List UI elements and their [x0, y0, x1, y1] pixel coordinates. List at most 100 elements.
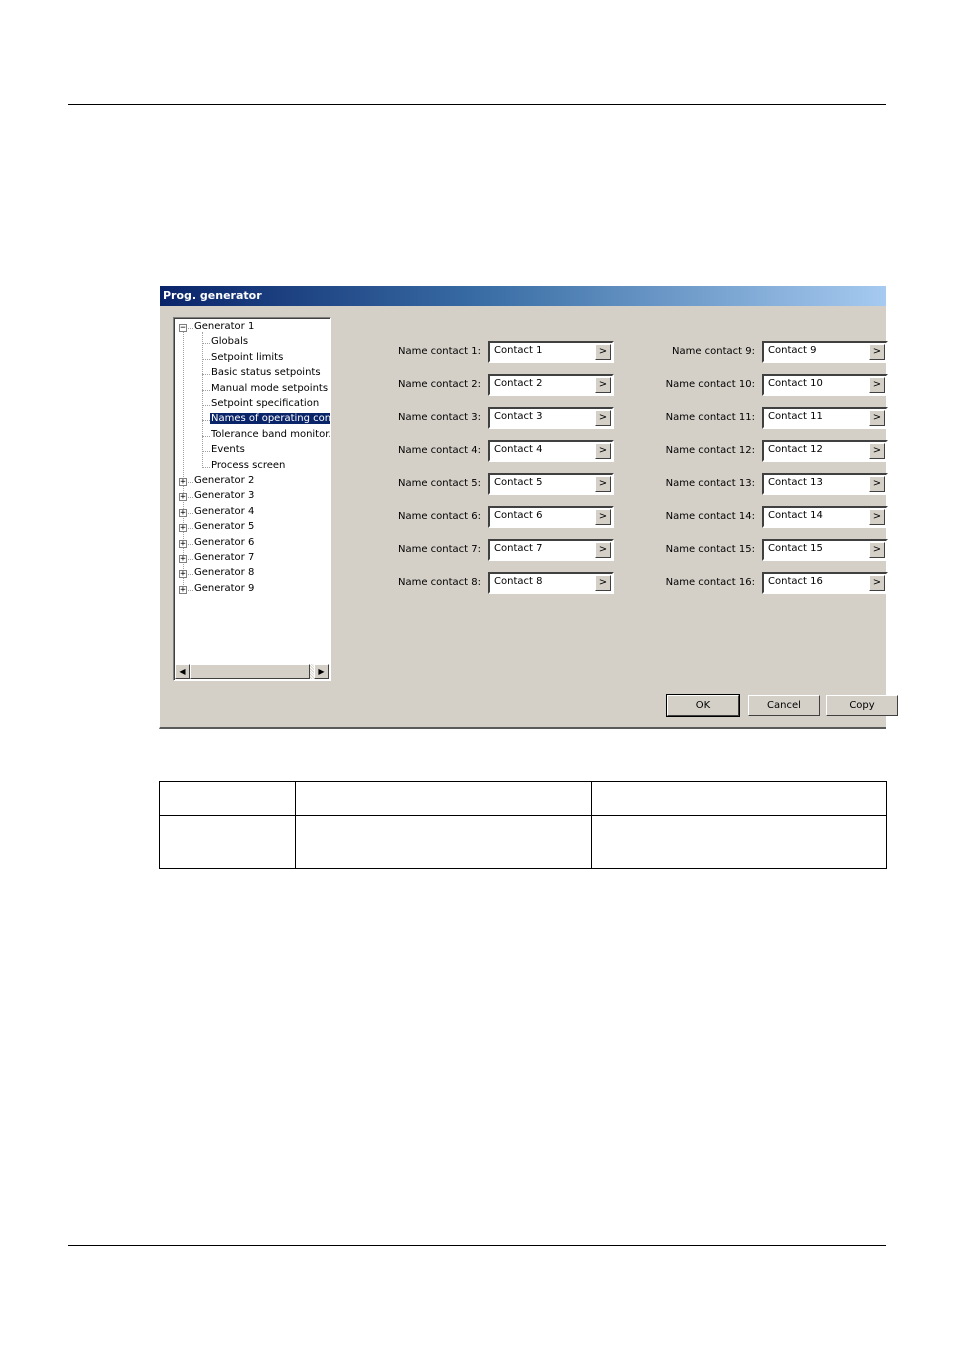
contact-name-input[interactable]: Contact 8 >: [488, 572, 614, 594]
tree-node-label: Generator 4: [194, 505, 255, 517]
tree-node-item[interactable]: Manual mode setpoints: [210, 382, 329, 397]
contact-name-label: Name contact 5:: [397, 478, 481, 489]
tree-node-generator[interactable]: Generator 1: [193, 320, 255, 335]
expand-icon[interactable]: +: [179, 493, 187, 502]
dialog-title: Prog. generator: [163, 289, 262, 302]
tree-node-generator[interactable]: Generator 6: [193, 536, 255, 551]
scroll-thumb[interactable]: [190, 664, 310, 679]
select-text-icon[interactable]: >: [869, 410, 885, 426]
header-rule: [68, 104, 886, 105]
select-text-icon[interactable]: >: [869, 542, 885, 558]
select-text-icon[interactable]: >: [595, 575, 611, 591]
tree-node-label: Events: [211, 444, 245, 456]
select-text-icon[interactable]: >: [595, 344, 611, 360]
tree-node-generator[interactable]: Generator 4: [193, 505, 255, 520]
select-text-icon[interactable]: >: [869, 575, 885, 591]
tree-node-label: Generator 2: [194, 475, 255, 486]
contact-name-label: Name contact 14:: [665, 511, 755, 522]
contact-name-input[interactable]: Contact 9 >: [762, 341, 888, 363]
tree-node-label: Manual mode setpoints: [211, 382, 329, 394]
tree-node-generator[interactable]: Generator 3: [193, 489, 255, 504]
expand-icon[interactable]: +: [179, 555, 187, 564]
tree-node-label: Basic status setpoints: [211, 367, 321, 379]
tree-node-label: Generator 5: [194, 521, 255, 533]
ok-button[interactable]: OK: [666, 694, 740, 717]
select-text-icon[interactable]: >: [869, 344, 885, 360]
dialog-titlebar[interactable]: Prog. generator: [160, 286, 886, 306]
tree-node-item[interactable]: Process screen: [210, 459, 286, 474]
contact-name-input[interactable]: Contact 13 >: [762, 473, 888, 495]
tree-node-item[interactable]: Names of operating cont.: [210, 412, 330, 427]
select-text-icon[interactable]: >: [595, 377, 611, 393]
tree-node-label: Generator 8: [194, 567, 255, 579]
tree-node-label: Globals: [211, 336, 249, 348]
select-text-icon[interactable]: >: [869, 476, 885, 492]
contact-name-label: Name contact 7:: [397, 544, 481, 555]
contact-name-value: Contact 4: [494, 444, 543, 455]
select-text-icon[interactable]: >: [595, 443, 611, 459]
generator-tree[interactable]: − Generator 1 Globals Setpoint limits Basic …: [173, 317, 331, 681]
expand-icon[interactable]: +: [179, 539, 187, 548]
select-text-icon[interactable]: >: [595, 542, 611, 558]
contact-name-value: Contact 1: [494, 345, 543, 356]
copy-button[interactable]: Copy: [826, 695, 898, 716]
select-text-icon[interactable]: >: [869, 377, 885, 393]
tree-node-generator[interactable]: Generator 2: [193, 474, 255, 489]
scroll-right-icon[interactable]: ▶: [314, 664, 329, 679]
contact-name-input[interactable]: Contact 5 >: [488, 473, 614, 495]
contact-name-input[interactable]: Contact 10 >: [762, 374, 888, 396]
tree-node-item[interactable]: Events: [210, 443, 246, 458]
contact-name-label: Name contact 9:: [671, 346, 755, 357]
table-cell: [295, 781, 592, 816]
footer-rule: [68, 1245, 886, 1246]
tree-horizontal-scrollbar[interactable]: ◀ ▶: [175, 664, 329, 679]
tree-node-item[interactable]: Globals: [210, 335, 249, 350]
expand-icon[interactable]: +: [179, 524, 187, 533]
contact-name-input[interactable]: Contact 4 >: [488, 440, 614, 462]
collapse-icon[interactable]: −: [179, 324, 187, 333]
document-table: [159, 781, 887, 869]
contact-name-value: Contact 9: [768, 345, 817, 356]
contact-name-label: Name contact 3:: [397, 412, 481, 423]
tree-node-label: Setpoint specification: [211, 398, 320, 409]
tree-connector: [202, 358, 210, 360]
select-text-icon[interactable]: >: [869, 443, 885, 459]
contact-name-input[interactable]: Contact 7 >: [488, 539, 614, 561]
contact-name-input[interactable]: Contact 14 >: [762, 506, 888, 528]
select-text-icon[interactable]: >: [869, 509, 885, 525]
tree-node-item[interactable]: Setpoint specification: [210, 397, 320, 412]
tree-node-label: Process screen: [211, 459, 286, 471]
select-text-icon[interactable]: >: [595, 509, 611, 525]
cancel-button[interactable]: Cancel: [748, 695, 820, 716]
contact-name-input[interactable]: Contact 1 >: [488, 341, 614, 363]
contact-name-input[interactable]: Contact 11 >: [762, 407, 888, 429]
contact-name-input[interactable]: Contact 16 >: [762, 572, 888, 594]
tree-connector: [202, 466, 210, 468]
contact-name-input[interactable]: Contact 6 >: [488, 506, 614, 528]
tree-node-generator[interactable]: Generator 7: [193, 551, 255, 566]
tree-node-item[interactable]: Tolerance band monitor.: [210, 428, 330, 443]
tree-node-generator[interactable]: Generator 8: [193, 566, 255, 581]
select-text-icon[interactable]: >: [595, 410, 611, 426]
tree-node-label: Names of operating cont.: [210, 413, 330, 425]
tree-node-label: Tolerance band monitor.: [211, 428, 330, 440]
expand-icon[interactable]: +: [179, 478, 187, 487]
table-row: [159, 815, 887, 869]
expand-icon[interactable]: +: [179, 508, 187, 517]
contact-name-input[interactable]: Contact 2 >: [488, 374, 614, 396]
contact-name-input[interactable]: Contact 15 >: [762, 539, 888, 561]
tree-node-item[interactable]: Setpoint limits: [210, 351, 284, 366]
tree-node-generator[interactable]: Generator 5: [193, 520, 255, 535]
expand-icon[interactable]: +: [179, 585, 187, 594]
scroll-left-icon[interactable]: ◀: [175, 664, 190, 679]
tree-connector: [202, 389, 210, 391]
tree-child-line: [202, 332, 203, 466]
select-text-icon[interactable]: >: [595, 476, 611, 492]
tree-connector: [202, 420, 210, 422]
expand-icon[interactable]: +: [179, 570, 187, 579]
contact-name-input[interactable]: Contact 12 >: [762, 440, 888, 462]
table-cell: [591, 815, 887, 869]
contact-name-input[interactable]: Contact 3 >: [488, 407, 614, 429]
tree-node-generator[interactable]: Generator 9: [193, 582, 255, 597]
tree-node-item[interactable]: Basic status setpoints: [210, 366, 322, 381]
